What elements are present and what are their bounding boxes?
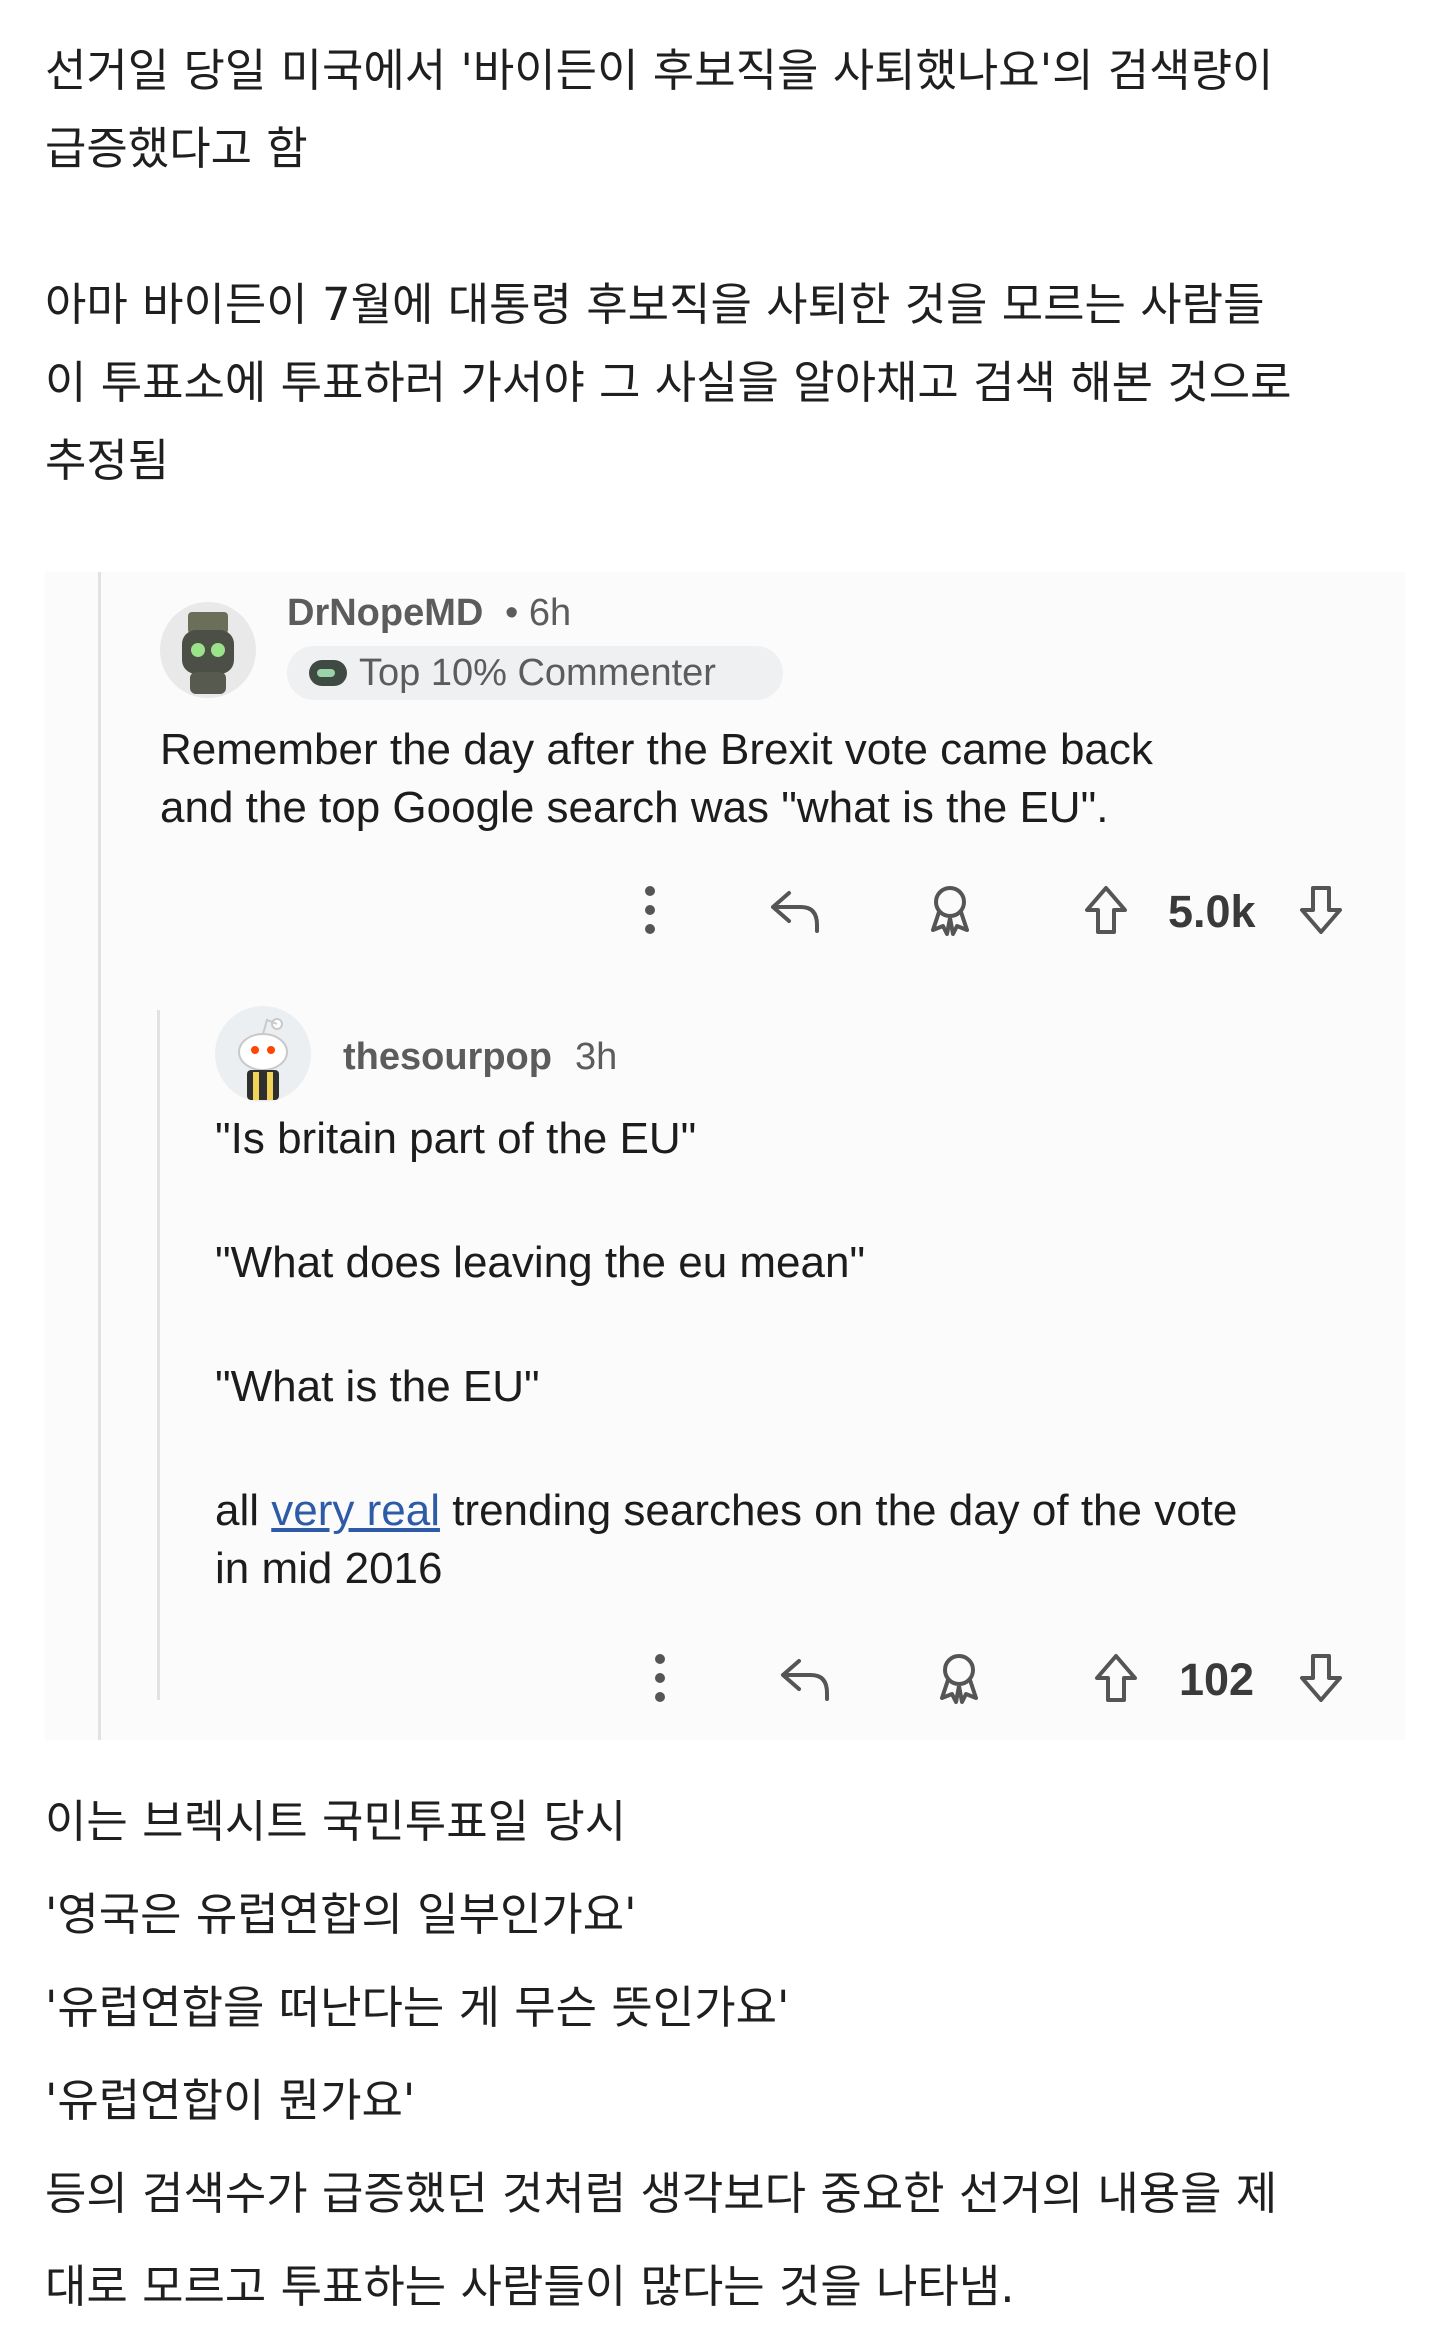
comment-time: • 6h: [505, 592, 572, 634]
vote-count: 5.0k: [1168, 886, 1256, 937]
intro-line: 급증했다고 함: [45, 122, 308, 175]
reply-icon[interactable]: [765, 882, 825, 938]
intro-line: 추정됨: [45, 434, 170, 487]
award-icon[interactable]: [922, 880, 978, 940]
badge-label: Top 10% Commenter: [359, 651, 716, 694]
reddit-screenshot: DrNopeMD • 6h Top 10% Commenter Remember…: [45, 572, 1405, 1740]
top-commenter-badge: Top 10% Commenter: [287, 646, 783, 700]
comment-line: in mid 2016: [215, 1544, 443, 1593]
outro-line: '영국은 유럽연합의 일부인가요': [45, 1888, 637, 1941]
outro-line: 대로 모르고 투표하는 사람들이 많다는 것을 나타냄.: [45, 2260, 1015, 2313]
comment-body: Remember the day after the Brexit vote c…: [160, 721, 1153, 837]
commenter-badge-icon: [309, 660, 347, 686]
downvote-icon[interactable]: [1293, 880, 1349, 940]
downvote-icon[interactable]: [1293, 1648, 1349, 1708]
intro-line: 아마 바이든이 7월에 대통령 후보직을 사퇴한 것을 모르는 사람들: [45, 278, 1265, 331]
reply-icon[interactable]: [775, 1650, 835, 1706]
comment-username[interactable]: DrNopeMD: [287, 592, 483, 635]
intro-line: 선거일 당일 미국에서 '바이든이 후보직을 사퇴했나요'의 검색량이: [45, 44, 1274, 97]
upvote-icon[interactable]: [1078, 880, 1134, 940]
quote-line: "What does leaving the eu mean": [215, 1238, 866, 1287]
text-segment: trending searches on the day of the vote: [439, 1486, 1238, 1535]
reply-body: "Is britain part of the EU" "What does l…: [215, 1110, 1237, 1598]
comment-line: Remember the day after the Brexit vote c…: [160, 725, 1153, 774]
outro-line: '유럽연합을 떠난다는 게 무슨 뜻인가요': [45, 1981, 790, 2034]
more-icon[interactable]: [635, 882, 665, 938]
comment-line: and the top Google search was "what is t…: [160, 783, 1109, 832]
very-real-link[interactable]: very real: [271, 1486, 440, 1535]
vote-count: 102: [1179, 1654, 1255, 1705]
comment-line: all very real trending searches on the d…: [215, 1482, 1237, 1540]
outro-text: 이는 브렉시트 국민투표일 당시 '영국은 유럽연합의 일부인가요' '유럽연합…: [45, 1775, 1405, 2333]
quote-line: "Is britain part of the EU": [215, 1114, 697, 1163]
intro-text: 선거일 당일 미국에서 '바이든이 후보직을 사퇴했나요'의 검색량이 급증했다…: [45, 32, 1405, 500]
outro-line: '유럽연합이 뭔가요': [45, 2074, 416, 2127]
more-icon[interactable]: [645, 1650, 675, 1706]
post-page: 선거일 당일 미국에서 '바이든이 후보직을 사퇴했나요'의 검색량이 급증했다…: [0, 0, 1440, 2334]
reply-thread-line: [157, 1010, 160, 1700]
avatar[interactable]: [160, 602, 256, 698]
outro-line: 등의 검색수가 급증했던 것처럼 생각보다 중요한 선거의 내용을 제: [45, 2167, 1278, 2220]
quote-line: "What is the EU": [215, 1362, 540, 1411]
comment-time: 3h: [575, 1036, 618, 1078]
text-segment: all: [215, 1486, 272, 1535]
upvote-icon[interactable]: [1088, 1648, 1144, 1708]
thread-line: [98, 572, 101, 1740]
award-icon[interactable]: [931, 1648, 987, 1708]
comment-username[interactable]: thesourpop: [343, 1036, 552, 1079]
intro-line: 이 투표소에 투표하러 가서야 그 사실을 알아채고 검색 해본 것으로: [45, 356, 1292, 409]
outro-line: 이는 브렉시트 국민투표일 당시: [45, 1795, 627, 1848]
avatar[interactable]: [215, 1006, 311, 1102]
